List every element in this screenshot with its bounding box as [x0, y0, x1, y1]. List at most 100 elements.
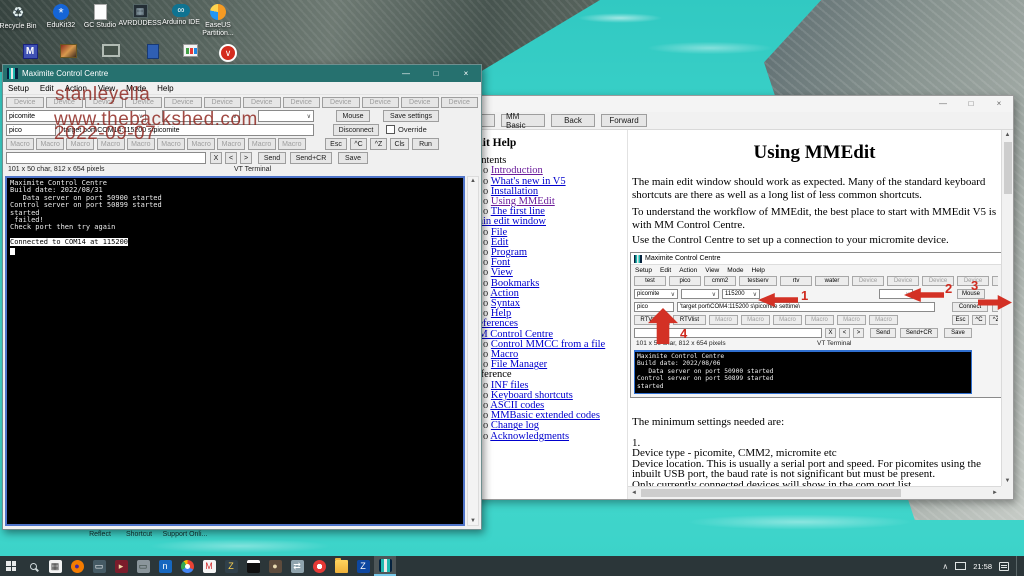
opera-icon[interactable] [308, 556, 330, 576]
macro-button[interactable]: Macro [97, 138, 125, 150]
device-profile-button[interactable]: Device [164, 97, 202, 108]
show-desktop-button[interactable] [1016, 556, 1020, 576]
profile-name-field[interactable]: pico [6, 124, 56, 136]
action-center-icon[interactable] [999, 562, 1009, 571]
forward-button[interactable]: Forward [601, 114, 647, 127]
esc-button[interactable]: Esc [325, 138, 347, 150]
macro-button[interactable]: Macro [278, 138, 306, 150]
macro-button[interactable]: Macro [66, 138, 94, 150]
firefox-icon[interactable]: ● [66, 556, 88, 576]
device-profile-button[interactable]: Device [362, 97, 400, 108]
putty-icon[interactable]: Z [220, 556, 242, 576]
macro-button[interactable]: Macro [187, 138, 215, 150]
desktop-icon-gc-studio[interactable]: GC Studio [78, 4, 122, 30]
mcc-maximize-button[interactable]: □ [423, 65, 449, 82]
desktop-icon-artwork[interactable] [46, 44, 90, 58]
taskbar-search-button[interactable] [22, 556, 44, 576]
mcc-taskbar-icon[interactable] [374, 556, 396, 576]
desktop-icon-avrdudess[interactable]: ▦AVRDUDESS [118, 4, 162, 28]
macro-button[interactable]: Macro [248, 138, 276, 150]
desktop-icon-screenshot-viewer[interactable] [89, 44, 133, 57]
scroll-down-icon[interactable]: ▼ [470, 518, 476, 524]
send-cr-button[interactable]: Send+CR [290, 152, 332, 164]
notepadpp-icon[interactable]: n [154, 556, 176, 576]
device-profile-button[interactable]: Device [6, 97, 44, 108]
scroll-down-icon[interactable]: ▼ [1005, 478, 1011, 484]
cls-button[interactable]: Cls [390, 138, 409, 150]
desktop-icon-recycle-bin[interactable]: ♻Recycle Bin [0, 4, 40, 31]
desktop-icon-easeus-partition[interactable]: EaseUS Partition... [196, 4, 240, 38]
send-button[interactable]: Send [258, 152, 286, 164]
file-explorer-icon[interactable] [330, 556, 352, 576]
scroll-right-icon[interactable]: ► [992, 490, 998, 496]
desktop-icon-edukit32[interactable]: *EduKit32 [39, 4, 83, 30]
scroll-up-icon[interactable]: ▲ [1005, 132, 1011, 138]
menu-view[interactable]: View [98, 84, 115, 93]
gimp-icon[interactable]: ● [264, 556, 286, 576]
ctrl-z-button[interactable]: ^Z [370, 138, 387, 150]
device-type-combo[interactable]: picomite∨ [6, 110, 146, 122]
horizontal-scroll-thumb[interactable] [641, 489, 901, 497]
menu-action[interactable]: Action [65, 84, 87, 93]
scroll-left-icon[interactable]: ◄ [631, 490, 637, 496]
device-profile-button[interactable]: Device [243, 97, 281, 108]
help-titlebar[interactable]: MMEdit Help — □ × [431, 96, 1013, 112]
tray-expand-icon[interactable]: ∧ [942, 562, 948, 571]
menu-mode[interactable]: Mode [126, 84, 146, 93]
remote-desktop-icon[interactable]: ▭ [88, 556, 110, 576]
chrome-icon[interactable] [176, 556, 198, 576]
menu-help[interactable]: Help [157, 84, 173, 93]
ctrl-c-button[interactable]: ^C [350, 138, 367, 150]
prev-button[interactable]: < [225, 152, 237, 164]
macro-button[interactable]: Macro [127, 138, 155, 150]
device-profile-button[interactable]: Device [401, 97, 439, 108]
device-profile-button[interactable]: Device [125, 97, 163, 108]
blank-combo[interactable]: ∨ [162, 110, 240, 122]
task-view-icon[interactable]: ▦ [44, 556, 66, 576]
connect-string-field[interactable]: 'target port\COM14:115200 s\picomite [59, 124, 314, 136]
help-vertical-scrollbar[interactable]: ▲ ▼ [1001, 130, 1013, 486]
device-profile-button[interactable]: Device [322, 97, 360, 108]
x-button[interactable]: X [210, 152, 222, 164]
help-close-button[interactable]: × [985, 96, 1013, 112]
next-button[interactable]: > [240, 152, 252, 164]
help-maximize-button[interactable]: □ [957, 96, 985, 112]
menu-setup[interactable]: Setup [8, 84, 29, 93]
macro-button[interactable]: Macro [157, 138, 185, 150]
disconnect-button[interactable]: Disconnect [333, 124, 379, 136]
device-profile-button[interactable]: Device [441, 97, 479, 108]
device-profile-button[interactable]: Device [85, 97, 123, 108]
mm-basic-button[interactable]: MM Basic [501, 114, 545, 127]
help-horizontal-scrollbar[interactable]: ◄ ► [628, 486, 1001, 499]
taskbar-clock[interactable]: 21:58 [973, 562, 992, 571]
desktop-icon-anydesk[interactable]: ∨ [206, 44, 250, 62]
mcc-close-button[interactable]: × [453, 65, 479, 82]
com-port-combo[interactable]: ∨ [258, 110, 314, 122]
terminal-scrollbar[interactable]: ▲ ▼ [467, 176, 479, 526]
device-profile-button[interactable]: Device [283, 97, 321, 108]
save-settings-button[interactable]: Save settings [383, 110, 439, 122]
start-button[interactable] [0, 556, 22, 576]
terminal-blue-icon[interactable]: Z [352, 556, 374, 576]
mcc-titlebar[interactable]: Maximite Control Centre — □ × [3, 65, 481, 82]
vertical-scroll-thumb[interactable] [1004, 142, 1012, 194]
device-profile-button[interactable]: Device [204, 97, 242, 108]
override-checkbox[interactable] [386, 125, 395, 134]
scroll-up-icon[interactable]: ▲ [470, 178, 476, 184]
display-tray-icon[interactable] [955, 562, 966, 570]
help-minimize-button[interactable]: — [929, 96, 957, 112]
cmd-icon[interactable] [242, 556, 264, 576]
media-player-icon[interactable]: ▸ [110, 556, 132, 576]
macro-button[interactable]: Macro [6, 138, 34, 150]
command-input[interactable] [6, 152, 206, 164]
mouse-button[interactable]: Mouse [336, 110, 370, 122]
store-icon[interactable]: M [198, 556, 220, 576]
vnc-viewer-icon[interactable]: ▭ [132, 556, 154, 576]
device-profile-button[interactable]: Device [46, 97, 84, 108]
mcc-minimize-button[interactable]: — [393, 65, 419, 82]
macro-button[interactable]: Macro [217, 138, 245, 150]
run-button[interactable]: Run [412, 138, 439, 150]
menu-edit[interactable]: Edit [40, 84, 54, 93]
toc-link[interactable]: Acknowledgments [490, 431, 569, 442]
save-button[interactable]: Save [338, 152, 368, 164]
